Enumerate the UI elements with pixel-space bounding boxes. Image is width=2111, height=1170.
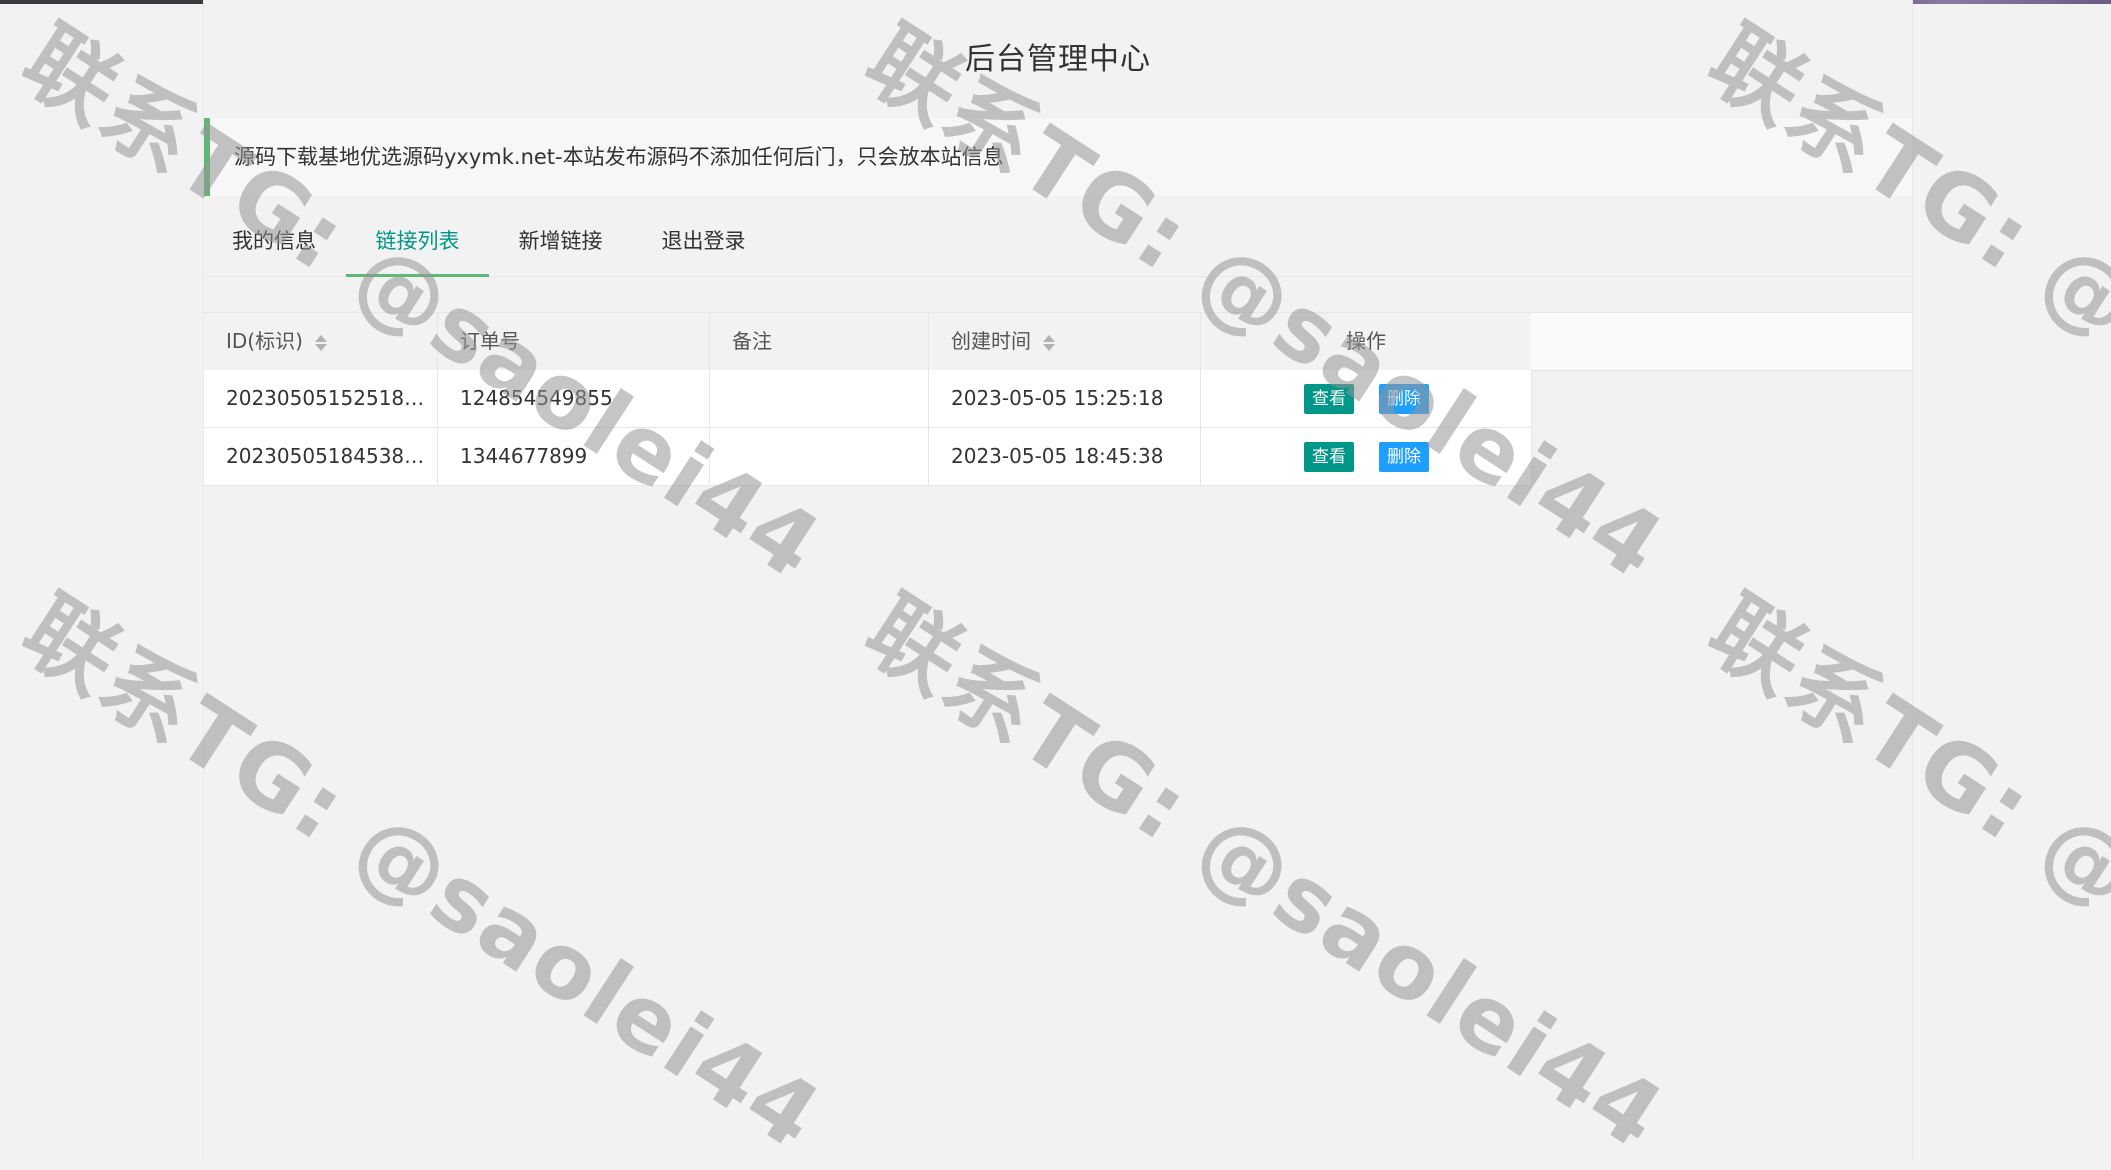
sort-icon[interactable]: [314, 334, 327, 352]
cell-actions: 查看 删除: [1201, 428, 1532, 485]
cell-order: 124854549855: [438, 370, 710, 427]
cell-remark: [710, 428, 929, 485]
cell-id: 20230505152518…: [204, 370, 438, 427]
column-header-id-label: ID(标识): [226, 329, 303, 353]
cell-actions: 查看 删除: [1201, 370, 1532, 427]
tab-link-list[interactable]: 链接列表: [346, 212, 489, 277]
column-header-created[interactable]: 创建时间: [929, 313, 1201, 370]
column-header-actions: 操作: [1201, 313, 1532, 370]
table-row: 20230505184538… 1344677899 2023-05-05 18…: [204, 428, 1532, 486]
sort-icon[interactable]: [1043, 334, 1055, 352]
column-header-id[interactable]: ID(标识): [204, 313, 438, 370]
column-header-created-label: 创建时间: [951, 329, 1031, 353]
cell-remark: [710, 370, 929, 427]
delete-button[interactable]: 删除: [1379, 442, 1429, 472]
cell-order: 1344677899: [438, 428, 710, 485]
cell-created: 2023-05-05 15:25:18: [929, 370, 1201, 427]
cell-id: 20230505184538…: [204, 428, 438, 485]
table-header: ID(标识) 订单号 备注 创建时间 操作: [204, 312, 1912, 371]
tab-bar: 我的信息 链接列表 新增链接 退出登录: [204, 212, 1912, 277]
tab-logout[interactable]: 退出登录: [632, 212, 775, 274]
tab-my-info[interactable]: 我的信息: [204, 212, 344, 274]
header-filler: [1531, 313, 1912, 370]
notice-banner: 源码下载基地优选源码yxymk.net-本站发布源码不添加任何后门，只会放本站信…: [204, 118, 1912, 196]
delete-button[interactable]: 删除: [1379, 384, 1429, 414]
main-container: 后台管理中心 源码下载基地优选源码yxymk.net-本站发布源码不添加任何后门…: [203, 0, 1913, 1160]
column-header-order: 订单号: [438, 313, 710, 370]
tab-add-link[interactable]: 新增链接: [489, 212, 632, 274]
column-header-remark: 备注: [710, 313, 929, 370]
cell-created: 2023-05-05 18:45:38: [929, 428, 1201, 485]
table-row: 20230505152518… 124854549855 2023-05-05 …: [204, 370, 1532, 428]
view-button[interactable]: 查看: [1304, 442, 1354, 472]
page-title: 后台管理中心: [965, 42, 1151, 77]
view-button[interactable]: 查看: [1304, 384, 1354, 414]
